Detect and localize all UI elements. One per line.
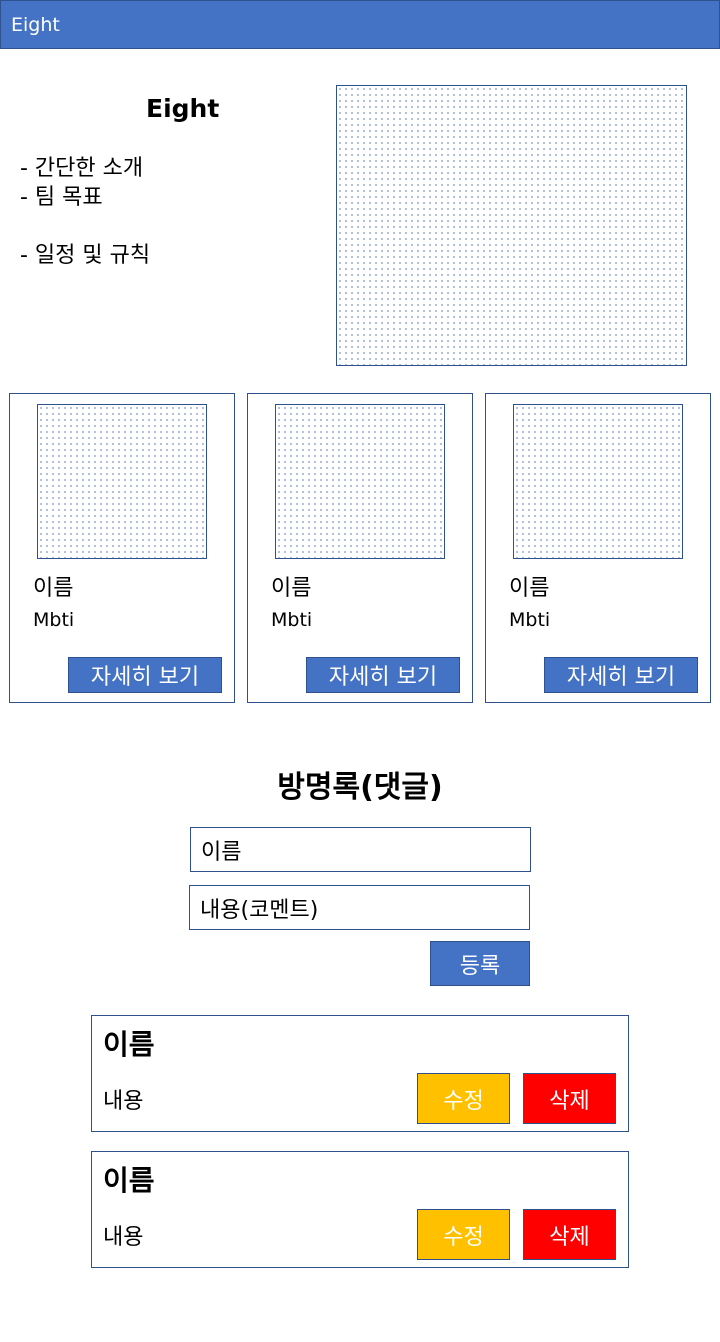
member-photo-placeholder — [513, 404, 683, 559]
edit-comment-button[interactable]: 수정 — [417, 1209, 510, 1260]
delete-comment-button[interactable]: 삭제 — [523, 1073, 616, 1124]
intro-line-schedule: - 일정 및 규칙 — [20, 243, 151, 268]
intro-line-goal: - 팀 목표 — [20, 185, 103, 210]
comment-author: 이름 — [103, 1028, 155, 1061]
member-photo-placeholder — [37, 404, 207, 559]
comment-author: 이름 — [103, 1164, 155, 1197]
view-details-button[interactable]: 자세히 보기 — [68, 657, 222, 693]
guestbook-title: 방명록(댓글) — [277, 770, 443, 805]
comment-content: 내용 — [103, 1089, 144, 1114]
comment-item: 이름 내용 수정 삭제 — [91, 1151, 629, 1268]
team-title: Eight — [146, 94, 220, 123]
header-title: Eight — [11, 14, 60, 36]
member-mbti: Mbti — [271, 609, 313, 631]
submit-button[interactable]: 등록 — [430, 941, 530, 986]
member-mbti: Mbti — [33, 609, 75, 631]
app-header: Eight — [0, 0, 720, 49]
comment-content: 내용 — [103, 1225, 144, 1250]
delete-comment-button[interactable]: 삭제 — [523, 1209, 616, 1260]
member-card: 이름 Mbti 자세히 보기 — [485, 393, 711, 703]
member-name: 이름 — [33, 576, 74, 601]
comment-item: 이름 내용 수정 삭제 — [91, 1015, 629, 1132]
view-details-button[interactable]: 자세히 보기 — [306, 657, 460, 693]
intro-line-summary: - 간단한 소개 — [20, 156, 144, 181]
member-card: 이름 Mbti 자세히 보기 — [9, 393, 235, 703]
team-image-placeholder — [336, 85, 687, 366]
view-details-button[interactable]: 자세히 보기 — [544, 657, 698, 693]
member-photo-placeholder — [275, 404, 445, 559]
member-mbti: Mbti — [509, 609, 551, 631]
edit-comment-button[interactable]: 수정 — [417, 1073, 510, 1124]
member-card: 이름 Mbti 자세히 보기 — [247, 393, 473, 703]
guestbook-name-input[interactable]: 이름 — [190, 827, 531, 872]
guestbook-content-input[interactable]: 내용(코멘트) — [189, 885, 530, 930]
member-name: 이름 — [271, 576, 312, 601]
member-name: 이름 — [509, 576, 550, 601]
